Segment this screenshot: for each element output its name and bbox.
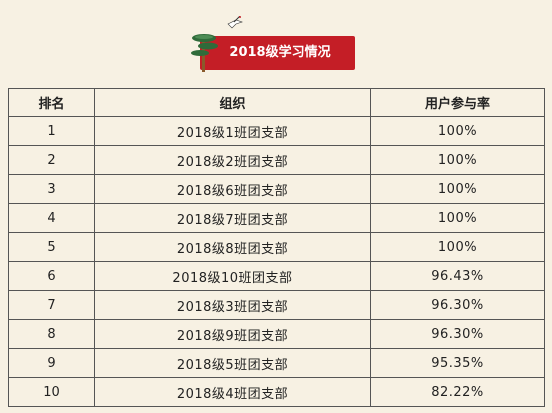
org-cell: 2018级3班团支部 [94,290,371,320]
table-row: 1 2018级1班团支部 100% [8,116,545,146]
rate-cell: 100% [370,174,545,204]
org-cell: 2018级1班团支部 [94,116,371,146]
rank-cell: 1 [8,116,95,146]
org-cell: 2018级7班团支部 [94,203,371,233]
table-row: 5 2018级8班团支部 100% [8,232,545,262]
rate-cell: 96.43% [370,261,545,291]
rank-cell: 10 [8,377,95,407]
org-cell: 2018级4班团支部 [94,377,371,407]
table-header-row: 排名 组织 用户参与率 [8,88,545,117]
rate-cell: 96.30% [370,290,545,320]
rate-cell: 95.35% [370,348,545,378]
org-cell: 2018级5班团支部 [94,348,371,378]
org-cell: 2018级10班团支部 [94,261,371,291]
header-rank: 排名 [8,88,95,117]
rank-cell: 8 [8,319,95,349]
header-org: 组织 [94,88,371,117]
section-banner: 2018级学习情况 [190,16,355,72]
rank-cell: 2 [8,145,95,175]
rank-cell: 5 [8,232,95,262]
table-row: 10 2018级4班团支部 82.22% [8,377,545,407]
header-rate: 用户参与率 [370,88,545,117]
table-row: 7 2018级3班团支部 96.30% [8,290,545,320]
rate-cell: 100% [370,203,545,233]
rank-cell: 7 [8,290,95,320]
rate-cell: 100% [370,116,545,146]
rate-cell: 82.22% [370,377,545,407]
table-row: 6 2018级10班团支部 96.43% [8,261,545,291]
rank-cell: 6 [8,261,95,291]
banner-title: 2018级学习情况 [229,45,331,60]
org-cell: 2018级6班团支部 [94,174,371,204]
table-row: 4 2018级7班团支部 100% [8,203,545,233]
ranking-table: 排名 组织 用户参与率 1 2018级1班团支部 100% 2 2018级2班团… [8,88,545,407]
rate-cell: 96.30% [370,319,545,349]
org-cell: 2018级9班团支部 [94,319,371,349]
table-row: 8 2018级9班团支部 96.30% [8,319,545,349]
table-row: 2 2018级2班团支部 100% [8,145,545,175]
table-row: 9 2018级5班团支部 95.35% [8,348,545,378]
rank-cell: 3 [8,174,95,204]
rank-cell: 4 [8,203,95,233]
org-cell: 2018级2班团支部 [94,145,371,175]
rate-cell: 100% [370,232,545,262]
table-row: 3 2018级6班团支部 100% [8,174,545,204]
org-cell: 2018级8班团支部 [94,232,371,262]
rate-cell: 100% [370,145,545,175]
rank-cell: 9 [8,348,95,378]
